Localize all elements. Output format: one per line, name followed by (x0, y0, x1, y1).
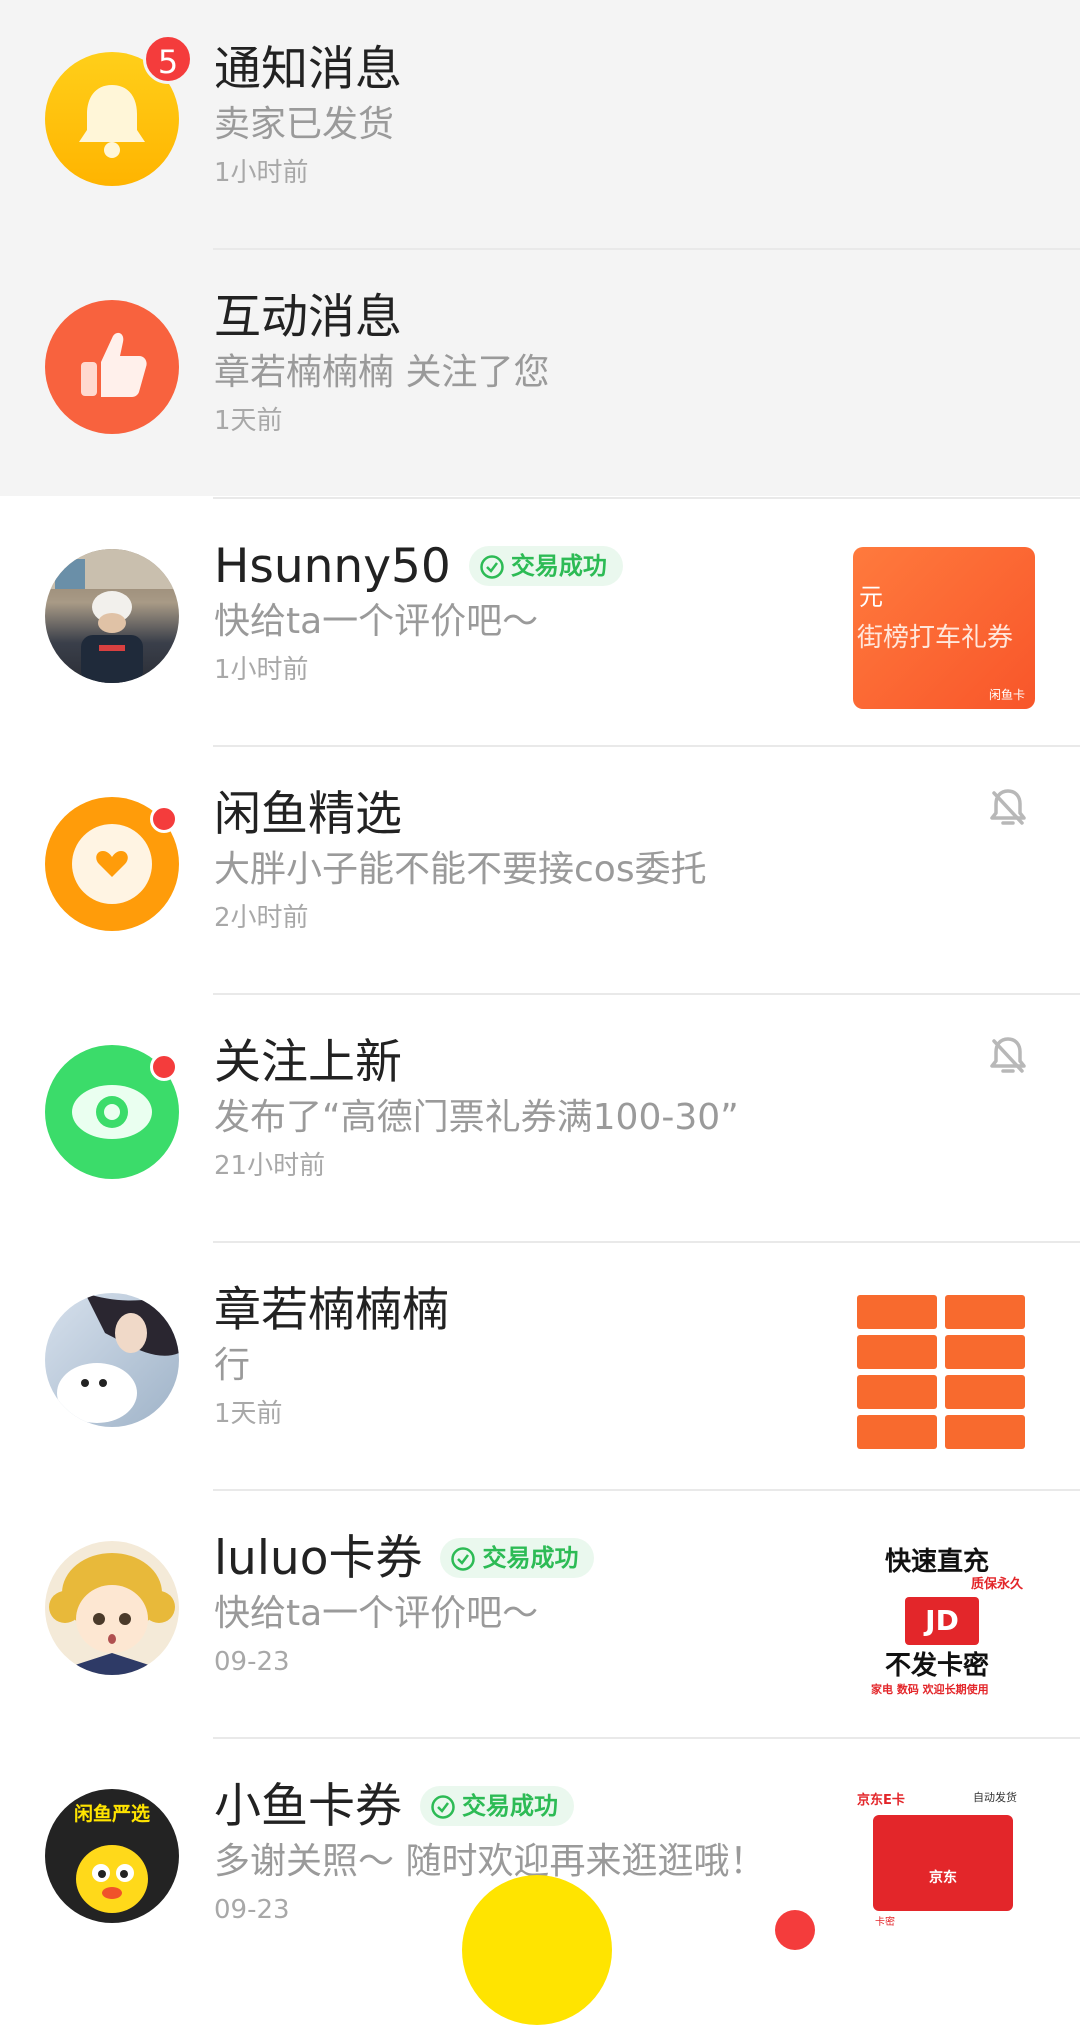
conversation-row-interactions[interactable]: 互动消息 章若楠楠楠 关注了您 1天前 (0, 248, 1080, 496)
conversation-title: 互动消息 (214, 290, 402, 345)
conversation-preview: 快给ta一个评价吧～ (214, 601, 539, 642)
jd-brand: 京东 (929, 1870, 957, 1886)
conversation-time: 1天前 (214, 406, 283, 436)
item-thumbnail[interactable]: 京东E卡 自动发货 京东 卡密 (853, 1787, 1035, 1949)
thumb-text-3: 闲鱼卡 (988, 688, 1025, 702)
conversation-row-xianyu-picks[interactable]: 闲鱼精选 大胖小子能不能不要接cos委托 2小时前 (0, 745, 1080, 993)
thumb-label-left: 京东E卡 (857, 1793, 905, 1808)
contact-name: 小鱼卡券 (214, 1779, 402, 1834)
avatar: 闲鱼严选 (45, 1789, 179, 1923)
item-thumbnail[interactable]: 元 街榜打车礼券 闲鱼卡 (853, 547, 1035, 709)
thumb-text-1: 元 (859, 583, 883, 611)
check-circle-icon (431, 1795, 455, 1819)
contact-name: Hsunny50 (214, 539, 451, 594)
avatar (45, 549, 179, 683)
conversation-time: 2小时前 (214, 903, 309, 933)
jd-ecard-image: 京东 (873, 1815, 1013, 1911)
conversation-title: 关注上新 (214, 1035, 402, 1090)
conversation-row-luluo[interactable]: luluo卡券 交易成功 快给ta一个评价吧～ 09-23 快速直充 质保永久 J… (0, 1489, 1080, 1737)
trade-success-label: 交易成功 (510, 552, 607, 580)
row-divider (213, 248, 1080, 250)
unread-dot (150, 1053, 178, 1081)
mute-bell-icon[interactable] (984, 1031, 1032, 1079)
conversation-row-notifications[interactable]: 5 通知消息 卖家已发货 1小时前 (0, 0, 1080, 248)
trade-success-tag: 交易成功 (420, 1786, 574, 1826)
trade-success-tag: 交易成功 (440, 1538, 595, 1578)
tab-unread-dot (775, 1910, 815, 1950)
user-photo (45, 549, 179, 683)
thumb-label-right: 自动发货 (973, 1791, 1017, 1804)
item-thumbnail[interactable] (853, 1291, 1035, 1453)
avatar-label: 闲鱼严选 (73, 1803, 150, 1825)
thumb-subline: 不发卡密 (885, 1651, 990, 1681)
row-divider (213, 1737, 1080, 1739)
mute-bell-icon[interactable] (984, 783, 1032, 831)
check-circle-icon (451, 1547, 476, 1571)
conversation-title: 闲鱼精选 (214, 787, 402, 842)
thumb-guarantee: 质保永久 (970, 1577, 1023, 1592)
conversation-title: 通知消息 (214, 42, 402, 97)
conversation-row-hsunny50[interactable]: Hsunny50 交易成功 快给ta一个评价吧～ 1小时前 元 街榜打车礼券 闲鱼… (0, 497, 1080, 745)
conversation-preview: 大胖小子能不能不要接cos委托 (214, 849, 707, 890)
contact-name: luluo卡券 (214, 1531, 423, 1586)
conversation-time: 09-23 (214, 1647, 290, 1677)
conversation-preview: 多谢关照～ 随时欢迎再来逛逛哦！ (214, 1841, 766, 1882)
publish-button[interactable] (462, 1875, 612, 2025)
item-thumbnail[interactable]: 快速直充 质保永久 JD 不发卡密 家电 数码 欢迎长期使用 (853, 1539, 1035, 1701)
conversation-time: 1小时前 (214, 158, 309, 188)
avatar (45, 1293, 179, 1427)
trade-success-label: 交易成功 (462, 1792, 558, 1820)
row-divider (213, 1241, 1080, 1243)
conversation-preview: 卖家已发货 (214, 104, 395, 145)
row-divider (213, 497, 1080, 499)
conversation-title: 章若楠楠楠 (214, 1283, 449, 1338)
conversation-title: 小鱼卡券 交易成功 (214, 1777, 574, 1837)
conversation-time: 21小时前 (214, 1151, 326, 1181)
conversation-time: 1天前 (214, 1399, 283, 1429)
conversation-row-following-new[interactable]: 关注上新 发布了“高德门票礼券满100-30” 21小时前 (0, 993, 1080, 1241)
trade-success-label: 交易成功 (482, 1544, 579, 1572)
thumbs-up-icon (81, 332, 147, 397)
check-circle-icon (480, 555, 504, 579)
trade-success-tag: 交易成功 (468, 546, 623, 586)
conversation-title: luluo卡券 交易成功 (214, 1529, 595, 1589)
coupon-grid-image (857, 1295, 1025, 1449)
unread-dot (150, 805, 178, 833)
conversation-preview: 章若楠楠楠 关注了您 (214, 352, 550, 393)
conversation-row-zhang[interactable]: 章若楠楠楠 行 1天前 (0, 1241, 1080, 1489)
thumb-text-2: 街榜打车礼券 (857, 623, 1014, 653)
unread-count-badge: 5 (143, 34, 193, 84)
conversation-preview: 发布了“高德门票礼券满100-30” (214, 1097, 739, 1138)
conversation-title: Hsunny50 交易成功 (214, 537, 623, 597)
user-photo (57, 1293, 179, 1423)
interaction-avatar (45, 300, 179, 434)
thumb-footnote: 家电 数码 欢迎长期使用 (871, 1683, 989, 1696)
row-divider (213, 745, 1080, 747)
conversation-time: 09-23 (214, 1895, 290, 1925)
conversation-preview: 行 (214, 1345, 251, 1386)
jd-card-image: JD (905, 1597, 979, 1645)
cartoon-avatar (49, 1553, 175, 1675)
avatar (45, 1541, 179, 1675)
row-divider (213, 1489, 1080, 1491)
row-divider (213, 993, 1080, 995)
conversation-time: 1小时前 (214, 655, 309, 685)
conversation-preview: 快给ta一个评价吧～ (214, 1593, 539, 1634)
